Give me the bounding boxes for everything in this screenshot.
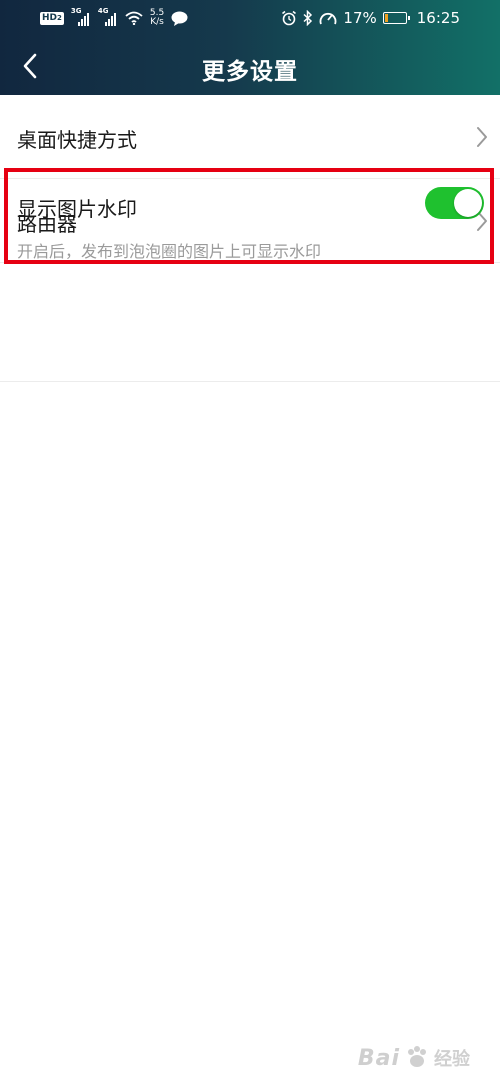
status-left: HD2 3G 4G 5.5 K/s (40, 7, 188, 28)
page-title: 更多设置 (202, 59, 298, 85)
clock: 16:25 (416, 9, 460, 27)
battery-icon (382, 12, 410, 24)
status-bar: HD2 3G 4G 5.5 K/s 17% 16:25 (0, 0, 500, 36)
alarm-icon (282, 10, 297, 26)
chat-bubble-icon (171, 11, 188, 26)
highlight-box (4, 168, 494, 264)
signal-3g-icon: 3G (71, 7, 91, 26)
gauge-icon (320, 12, 337, 25)
baidu-jingyan-watermark: Bai 经验 (358, 1038, 470, 1078)
setting-desktop-shortcut[interactable]: 桌面快捷方式 (0, 95, 500, 179)
chevron-right-icon (477, 127, 487, 147)
nav-bar: 更多设置 (0, 38, 500, 95)
divider (0, 381, 500, 382)
app-header: HD2 3G 4G 5.5 K/s 17% 16:25 更多设置 (0, 0, 500, 95)
network-speed: 5.5 K/s (149, 8, 165, 27)
bluetooth-icon (303, 10, 313, 26)
status-right: 17% 16:25 (281, 8, 460, 28)
setting-label: 桌面快捷方式 (17, 128, 137, 152)
paw-icon (408, 1046, 426, 1067)
watermark-brand: Bai (357, 1045, 400, 1071)
battery-percent: 17% (343, 9, 377, 27)
watermark-sub: 经验 (434, 1049, 470, 1070)
signal-4g-icon: 4G (98, 7, 118, 26)
wifi-icon (125, 11, 143, 25)
hd-voice-badge: HD2 (40, 11, 64, 25)
